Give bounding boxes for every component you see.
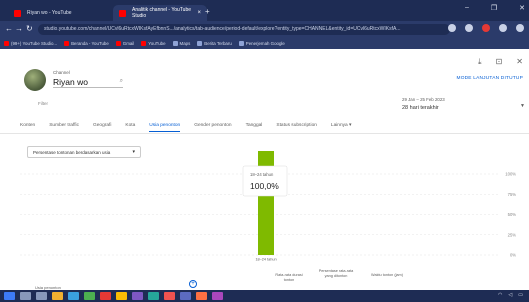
app-icon[interactable] <box>84 292 95 300</box>
minimize-icon[interactable]: – <box>465 4 469 12</box>
puzzle-icon[interactable] <box>499 24 507 32</box>
file-explorer-icon[interactable] <box>52 292 63 300</box>
y-tick-label: 25% <box>508 232 517 237</box>
y-tick-label: 75% <box>508 192 517 197</box>
browser-toolbar: ← → ↻ studio.youtube.com/channel/UCvl6uR… <box>0 21 529 38</box>
search-icon[interactable] <box>20 292 31 300</box>
bookmark-icon <box>197 41 203 46</box>
reload-icon[interactable]: ↻ <box>26 24 33 33</box>
app-icon[interactable] <box>132 292 143 300</box>
chart-tooltip: 18–24 tahun 100,0% <box>242 165 288 197</box>
bookmarks-bar: (99+) YouTube Studio... Beranda - YouTub… <box>0 38 529 49</box>
window-controls: – ❐ ✕ <box>465 4 525 12</box>
toolbar-icons <box>448 24 524 32</box>
app-icon[interactable] <box>148 292 159 300</box>
bookmark-item[interactable]: Beranda - YouTube <box>64 41 109 46</box>
bookmark-star-icon[interactable] <box>465 24 473 32</box>
app-icon[interactable] <box>212 292 223 300</box>
volume-icon[interactable]: ◁ <box>508 292 512 298</box>
y-tick-label: 0% <box>510 253 516 258</box>
start-icon[interactable] <box>4 292 15 300</box>
task-view-icon[interactable] <box>36 292 47 300</box>
forward-icon[interactable]: → <box>15 24 23 33</box>
app-icon[interactable] <box>180 292 191 300</box>
table-header-watch-time[interactable]: Waktu tonton (jam) <box>370 273 404 278</box>
chrome-icon[interactable] <box>116 292 127 300</box>
profile-icon[interactable] <box>516 24 524 32</box>
bookmark-icon <box>64 41 70 46</box>
bookmark-item[interactable]: Gmail <box>115 41 134 46</box>
app-icon[interactable] <box>100 292 111 300</box>
browser-tab-1[interactable]: Riyan wo - YouTube × <box>8 5 128 21</box>
system-tray: ◠ ◁ ▭ <box>498 292 523 298</box>
new-tab-icon[interactable]: + <box>205 7 210 16</box>
battery-icon[interactable]: ▭ <box>518 292 523 298</box>
y-tick-label: 50% <box>508 212 517 217</box>
bookmark-item[interactable]: Penerjemah Google <box>238 41 285 46</box>
table-header-avg-percentage[interactable]: Persentase rata-rata yang ditonton <box>318 269 354 279</box>
x-tick-label: 18–24 tahun <box>255 258 276 262</box>
os-taskbar <box>0 290 529 302</box>
bookmark-icon <box>238 41 244 46</box>
youtube-icon <box>14 9 21 17</box>
youtube-studio-icon <box>119 9 126 17</box>
wifi-icon[interactable]: ◠ <box>498 292 502 298</box>
analytics-page: ⤓ ⊡ ✕ Channel Riyan wo ⌕ MODE LANJUTAN D… <box>0 49 529 290</box>
browser-tab-1-label: Riyan wo - YouTube <box>27 10 72 16</box>
tooltip-label: 18–24 tahun <box>250 172 274 177</box>
share-icon[interactable] <box>448 24 456 32</box>
y-tick-label: 100% <box>505 172 516 177</box>
edge-icon[interactable] <box>68 292 79 300</box>
bookmark-item[interactable]: (99+) YouTube Studio... <box>4 41 57 46</box>
maximize-icon[interactable]: ❐ <box>491 4 497 12</box>
bookmark-item[interactable]: Maps <box>172 41 190 46</box>
close-tab-icon[interactable]: × <box>197 10 201 16</box>
bookmark-icon <box>115 41 121 46</box>
add-metric-button[interactable]: + <box>189 280 197 288</box>
back-icon[interactable]: ← <box>5 24 13 33</box>
address-bar[interactable]: studio.youtube.com/channel/UCvl6uRtcxWIK… <box>38 24 450 35</box>
table-header-avg-duration[interactable]: Rata-rata durasi tonton <box>274 273 304 283</box>
bookmark-item[interactable]: Berita Terbaru <box>197 41 232 46</box>
tooltip-value: 100,0% <box>250 181 279 191</box>
window-close-icon[interactable]: ✕ <box>519 4 525 12</box>
bookmark-item[interactable]: YouTube <box>141 41 166 46</box>
browser-tab-2[interactable]: Analitik channel - YouTube Studio × <box>113 5 207 21</box>
bookmark-icon <box>4 41 9 46</box>
browser-tab-strip: Riyan wo - YouTube × Analitik channel - … <box>0 0 529 21</box>
extension-icon[interactable] <box>482 24 490 32</box>
app-icon[interactable] <box>196 292 207 300</box>
age-chart: 100%75%50%25%0% 18–24 tahun 18–24 tahun1… <box>20 151 517 262</box>
bookmark-icon <box>172 41 178 46</box>
bookmark-icon <box>141 41 147 46</box>
app-icon[interactable] <box>164 292 175 300</box>
browser-tab-2-label: Analitik channel - YouTube Studio <box>132 7 192 19</box>
